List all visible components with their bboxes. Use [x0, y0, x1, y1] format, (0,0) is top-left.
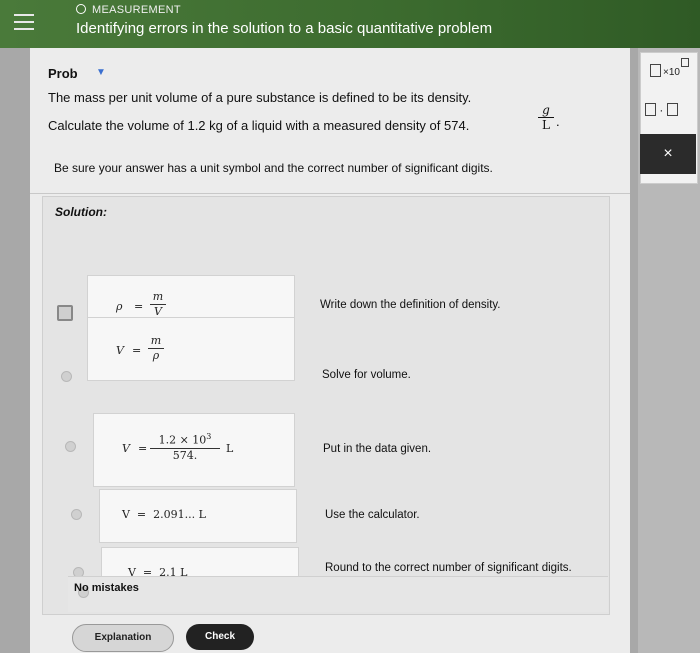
step-3-numerator: 1.2 × 10	[158, 433, 207, 447]
category-label: MEASUREMENT	[76, 4, 181, 16]
menu-icon[interactable]	[14, 14, 34, 32]
step-2-text: Solve for volume.	[322, 369, 411, 381]
multiply-dot-button[interactable]: ·	[645, 103, 678, 117]
step-2-fraction: m ρ	[148, 334, 164, 363]
top-header: MEASUREMENT Identifying errors in the so…	[0, 0, 700, 48]
step-4-radio[interactable]	[71, 509, 82, 520]
step-1-checkbox[interactable]	[57, 305, 73, 321]
step-1-numerator: m	[152, 290, 164, 303]
density-unit: g L	[538, 104, 554, 131]
step-3-exponent: 3	[206, 432, 212, 441]
step-3-denominator: 574.	[172, 448, 198, 462]
step-4-expr: V = 2.091... L	[122, 508, 206, 521]
step-1-text: Write down the definition of density.	[320, 299, 501, 311]
step-1-fraction: m V	[150, 290, 166, 319]
close-icon[interactable]: ×	[640, 134, 696, 174]
step-3-radio[interactable]	[65, 441, 76, 452]
solution-title: Solution:	[55, 205, 107, 219]
step-4-text: Use the calculator.	[325, 509, 420, 521]
question-line-2: Calculate the volume of 1.2 kg of a liqu…	[48, 118, 470, 133]
no-mistakes-option[interactable]	[68, 576, 608, 612]
step-2-lhs: V	[116, 344, 124, 357]
unit-period: .	[556, 114, 560, 129]
prob-label: Prob	[48, 66, 78, 81]
step-4-formula: V = 2.091... L	[99, 489, 297, 543]
step-2-numerator: m	[150, 334, 162, 347]
question-line-1: The mass per unit volume of a pure subst…	[48, 90, 472, 105]
step-2-formula: V = m ρ	[87, 317, 295, 381]
check-button[interactable]: Check	[186, 624, 254, 650]
explanation-button[interactable]: Explanation	[72, 624, 174, 652]
no-mistakes-label: No mistakes	[74, 582, 139, 594]
step-2-eq: =	[132, 344, 142, 357]
topic-title: Identifying errors in the solution to a …	[76, 20, 493, 37]
step-5-text: Round to the correct number of significa…	[325, 562, 572, 574]
problem-panel: Prob ▼ The mass per unit volume of a pur…	[30, 48, 630, 653]
step-3-text: Put in the data given.	[323, 443, 432, 455]
step-3-unit: L	[226, 442, 234, 455]
solution-box: Solution: ρ = m V Write down the definit…	[42, 196, 610, 615]
chevron-down-icon[interactable]: ▼	[96, 67, 106, 78]
step-2-denominator: ρ	[152, 349, 160, 362]
instruction-note: Be sure your answer has a unit symbol an…	[54, 161, 493, 175]
times-ten-button[interactable]: ×10	[650, 58, 689, 78]
step-3-fraction: 1.2 × 103 574.	[150, 430, 220, 463]
step-3-eq: =	[138, 442, 148, 455]
unit-denominator: L	[542, 118, 550, 132]
step-1-eq: =	[134, 300, 144, 313]
circle-icon	[76, 4, 86, 14]
step-2-radio[interactable]	[61, 371, 72, 382]
step-3-lhs: V	[122, 442, 130, 455]
step-1-lhs: ρ	[116, 300, 123, 313]
step-3-formula: V = 1.2 × 103 574. L	[93, 413, 295, 487]
divider	[30, 193, 630, 194]
unit-numerator: g	[542, 103, 550, 117]
